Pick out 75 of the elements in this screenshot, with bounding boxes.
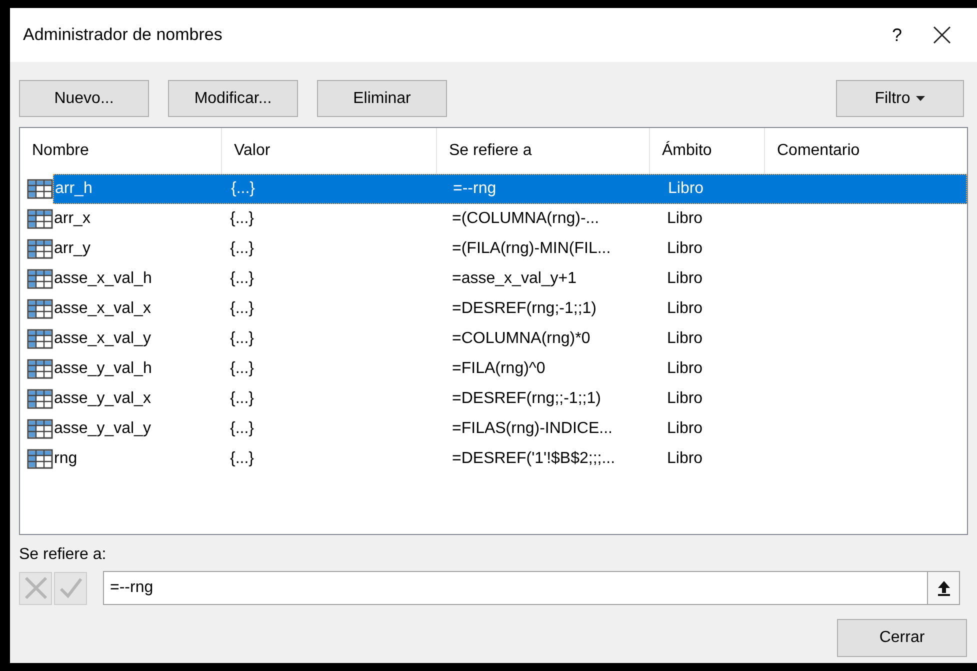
table-cell-text: {...} <box>229 329 256 349</box>
table-cell-text: rng <box>53 449 78 469</box>
table-cell-text: {...} <box>229 209 256 229</box>
table-icon <box>27 179 53 199</box>
name-row[interactable]: asse_y_val_x {...} =DESREF(rng;;-1;;1) Libro <box>20 384 967 414</box>
table-cell-text: =DESREF(rng;;-1;;1) <box>451 389 602 409</box>
table-cell-text: =FILAS(rng)-INDICE... <box>451 419 614 439</box>
refers-to-field[interactable]: =--rng <box>103 571 928 605</box>
name-row[interactable]: rng {...} =DESREF('1'!$B$2;;;... Libro <box>20 444 967 474</box>
table-cell-text: =DESREF(rng;-1;;1) <box>451 299 598 319</box>
table-cell-text: =(COLUMNA(rng)-... <box>451 209 600 229</box>
toolbar-button[interactable]: Nuevo... <box>19 80 149 117</box>
toolbar-button[interactable]: Eliminar <box>317 80 447 117</box>
table-cell-text: {...} <box>229 239 256 259</box>
table-cell-text: {...} <box>229 389 256 409</box>
table-cell-text: =--rng <box>452 179 498 199</box>
table-cell-text: {...} <box>229 269 256 289</box>
close-icon <box>933 26 951 44</box>
name-row[interactable]: arr_x {...} =(COLUMNA(rng)-... Libro <box>20 204 967 234</box>
collapse-button[interactable] <box>928 571 960 605</box>
table-cell-text: Libro <box>666 419 704 439</box>
table-cell-text: Libro <box>666 269 704 289</box>
name-row[interactable]: asse_y_val_h {...} =FILA(rng)^0 Libro <box>20 354 967 384</box>
table-cell-text: asse_y_val_y <box>53 419 152 439</box>
table-cell-text: asse_x_val_y <box>53 329 152 349</box>
close-dialog-button[interactable]: Cerrar <box>837 619 967 657</box>
table-cell-text: Libro <box>666 359 704 379</box>
table-icon <box>27 329 53 349</box>
name-row[interactable]: asse_y_val_y {...} =FILAS(rng)-INDICE... Libro <box>20 414 967 444</box>
name-row[interactable]: arr_y {...} =(FILA(rng)-MIN(FIL... Libro <box>20 234 967 264</box>
table-icon <box>27 419 53 439</box>
name-row[interactable]: asse_x_val_y {...} =COLUMNA(rng)*0 Libro <box>20 324 967 354</box>
table-icon <box>27 359 53 379</box>
upload-arrow-icon <box>936 580 950 596</box>
table-cell-text: Libro <box>666 389 704 409</box>
table-cell-text: Libro <box>666 239 704 259</box>
table-cell-text: =DESREF('1'!$B$2;;;... <box>451 449 616 469</box>
table-cell-text: asse_x_val_x <box>53 299 152 319</box>
field-label: Se refiere a: <box>19 545 108 565</box>
table-cell-text: Libro <box>666 449 704 469</box>
column-header[interactable]: Comentario <box>765 128 967 174</box>
table-cell-text: asse_y_val_h <box>53 359 153 379</box>
caret-icon <box>916 96 926 101</box>
table-cell-text: =COLUMNA(rng)*0 <box>451 329 592 349</box>
cross-icon <box>24 576 48 600</box>
table-cell-text: {...} <box>230 179 256 199</box>
table-cell-text: =(FILA(rng)-MIN(FIL... <box>451 239 612 259</box>
table-icon <box>27 269 53 289</box>
table-cell-text: Libro <box>666 209 704 229</box>
table-cell-text: Libro <box>667 179 705 199</box>
table-icon <box>27 209 53 229</box>
table-icon <box>27 299 53 319</box>
name-row[interactable]: asse_x_val_x {...} =DESREF(rng;-1;;1) Libro <box>20 294 967 324</box>
table-cell-text: {...} <box>229 299 256 319</box>
table-cell-text: Libro <box>666 329 704 349</box>
table-cell-text: {...} <box>229 449 256 469</box>
table-cell-text: {...} <box>229 359 256 379</box>
table-cell-text: =asse_x_val_y+1 <box>451 269 578 289</box>
table-icon <box>27 389 53 409</box>
toolbar-button[interactable]: Modificar... <box>168 80 298 117</box>
table-cell-text: arr_h <box>54 179 94 199</box>
table-cell-text: Libro <box>666 299 704 319</box>
table-cell-text: asse_y_val_x <box>53 389 152 409</box>
table-icon <box>27 239 53 259</box>
table-cell-text: {...} <box>229 419 256 439</box>
help-button[interactable]: ? <box>877 22 917 48</box>
filter-button[interactable]: Filtro <box>836 80 964 117</box>
window-title: Administrador de nombres <box>23 24 224 46</box>
table-cell-text: arr_y <box>53 239 92 259</box>
table-cell-text: asse_x_val_h <box>53 269 153 289</box>
name-row[interactable]: asse_x_val_h {...} =asse_x_val_y+1 Libro <box>20 264 967 294</box>
check-icon <box>58 576 82 600</box>
table-icon <box>27 449 53 469</box>
table-cell-text: =FILA(rng)^0 <box>451 359 546 379</box>
table-cell-text: arr_x <box>53 209 92 229</box>
